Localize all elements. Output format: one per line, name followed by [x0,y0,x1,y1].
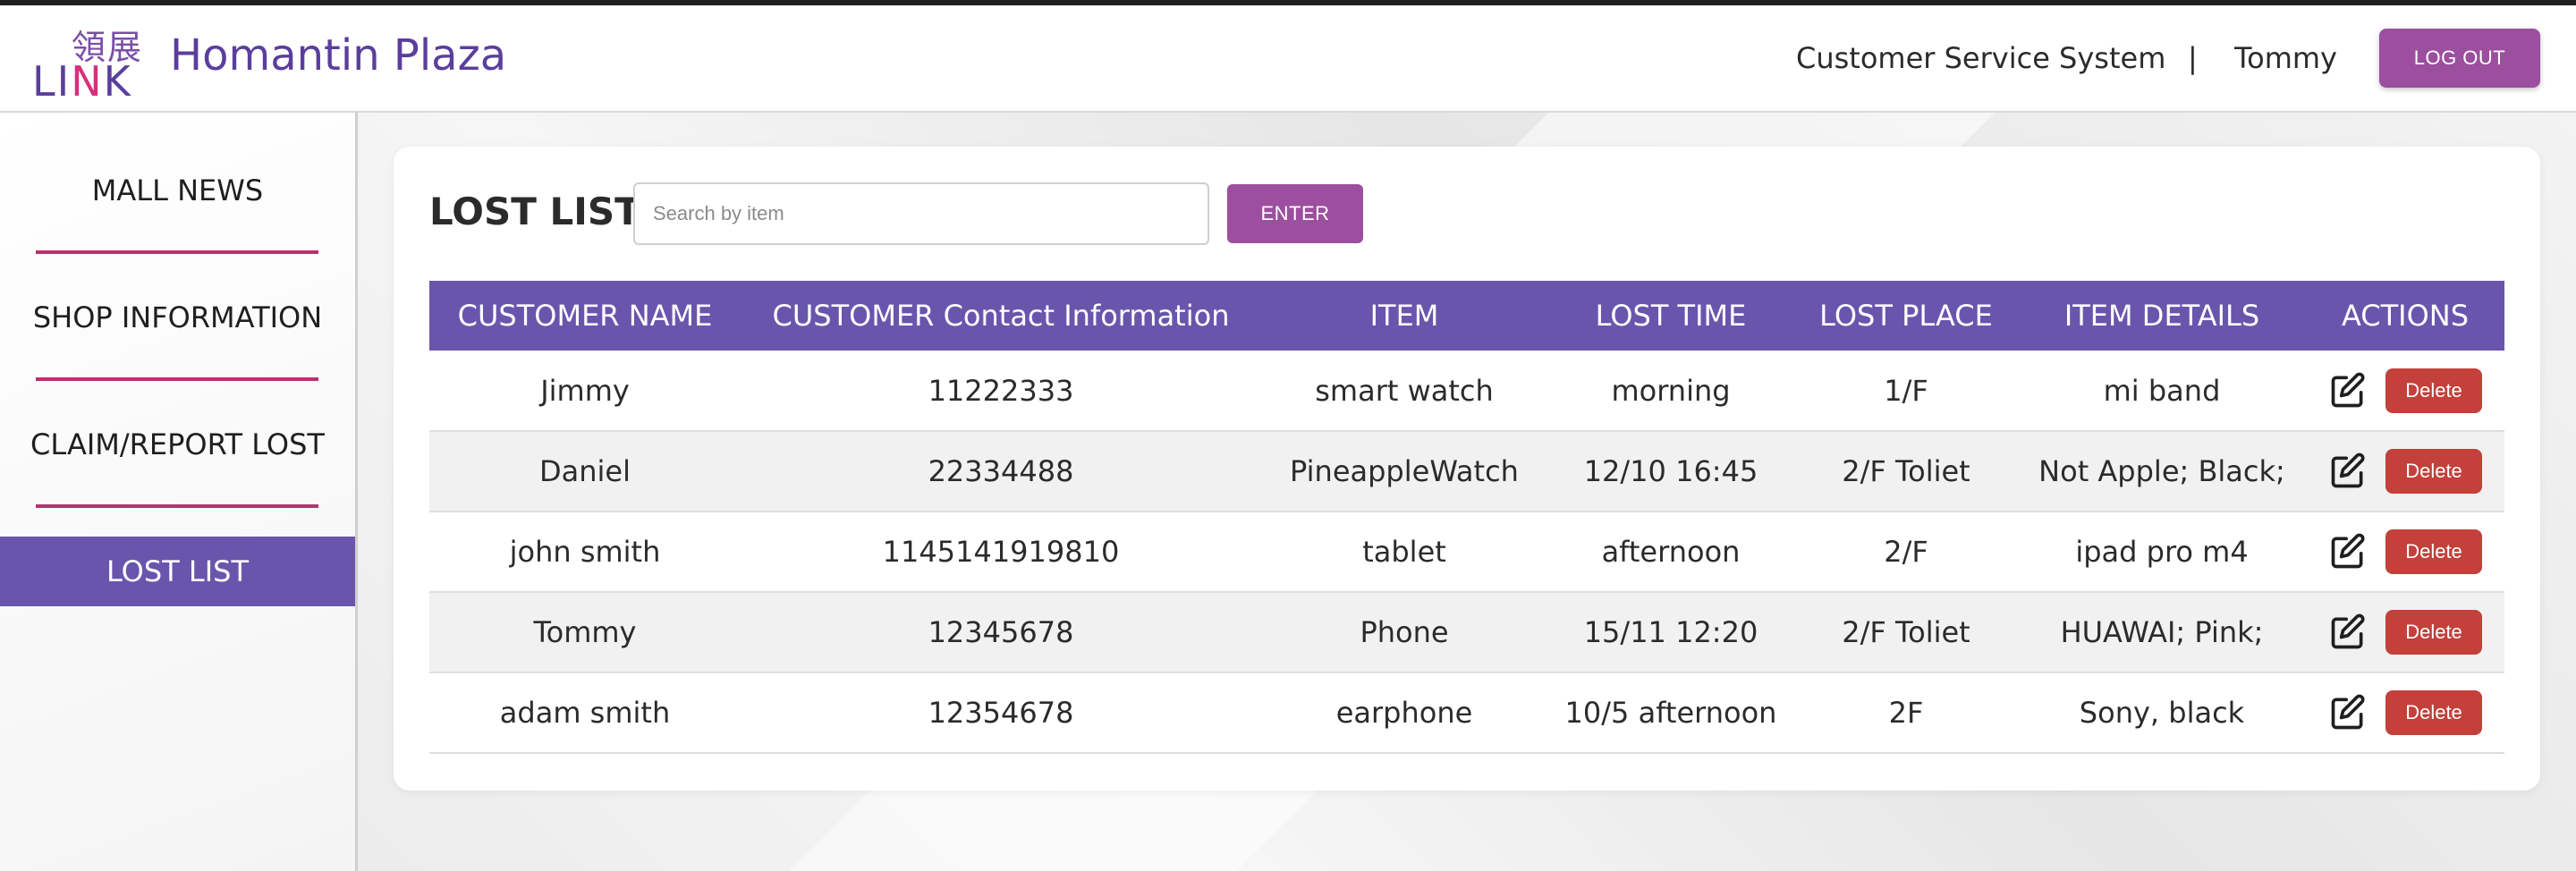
column-header[interactable]: LOST PLACE [1794,281,2018,351]
cell-lost-time: afternoon [1547,512,1794,593]
table-row: Daniel 22334488 PineappleWatch 12/10 16:… [429,431,2504,512]
sidebar-divider [36,250,318,254]
edit-icon[interactable] [2328,693,2368,732]
cell-lost-place: 2/F [1794,512,2018,593]
edit-icon[interactable] [2328,532,2368,571]
sidebar-item-mall-news[interactable]: MALL NEWS [0,156,355,225]
cell-lost-time: 15/11 12:20 [1547,592,1794,673]
cell-item: Phone [1261,592,1547,673]
delete-button[interactable]: Delete [2385,449,2482,494]
link-logo[interactable]: 領展 LINK [32,18,148,106]
app-header: 領展 LINK Homantin Plaza Customer Service … [0,5,2576,113]
cell-customer-name: adam smith [429,672,741,754]
cell-customer-name: john smith [429,512,741,593]
sidebar-item-lost-list[interactable]: LOST LIST [0,537,355,606]
cell-item-details: Sony, black [2018,672,2306,754]
cell-contact: 12345678 [741,592,1261,673]
table-row: Jimmy 11222333 smart watch morning 1/F m… [429,351,2504,432]
cell-item-details: mi band [2018,351,2306,432]
cell-lost-place: 2/F Toliet [1794,431,2018,512]
sidebar: MALL NEWS SHOP INFORMATION CLAIM/REPORT … [0,113,358,871]
sidebar-divider [36,377,318,381]
sidebar-item-claim-report-lost[interactable]: CLAIM/REPORT LOST [0,410,355,479]
edit-icon[interactable] [2328,452,2368,491]
cell-contact: 22334488 [741,431,1261,512]
current-user-name: Tommy [2234,41,2337,75]
column-header: ACTIONS [2306,281,2504,351]
logout-button[interactable]: LOG OUT [2379,29,2540,88]
cell-actions: Delete [2306,351,2504,432]
cell-item-details: ipad pro m4 [2018,512,2306,593]
cell-actions: Delete [2306,672,2504,754]
cell-lost-place: 2F [1794,672,2018,754]
site-title: Homantin Plaza [170,30,507,80]
column-header[interactable]: CUSTOMER NAME [429,281,741,351]
cell-lost-time: morning [1547,351,1794,432]
cell-actions: Delete [2306,431,2504,512]
cell-item: tablet [1261,512,1547,593]
delete-button[interactable]: Delete [2385,368,2482,413]
table-header-row: CUSTOMER NAME CUSTOMER Contact Informati… [429,281,2504,351]
column-header[interactable]: CUSTOMER Contact Information [741,281,1261,351]
sidebar-item-shop-information[interactable]: SHOP INFORMATION [0,283,355,352]
sidebar-divider [36,504,318,508]
header-separator: | [2188,41,2198,75]
lost-list-card: LOST LIST ENTER CUSTOMER NAME CUSTOMER C… [394,147,2540,791]
cell-customer-name: Daniel [429,431,741,512]
lost-list-table: CUSTOMER NAME CUSTOMER Contact Informati… [429,281,2504,754]
cell-lost-time: 12/10 16:45 [1547,431,1794,512]
delete-button[interactable]: Delete [2385,610,2482,655]
cell-actions: Delete [2306,592,2504,673]
cell-customer-name: Tommy [429,592,741,673]
column-header[interactable]: ITEM DETAILS [2018,281,2306,351]
delete-button[interactable]: Delete [2385,690,2482,735]
cell-lost-time: 10/5 afternoon [1547,672,1794,754]
cell-item: PineappleWatch [1261,431,1547,512]
cell-item: smart watch [1261,351,1547,432]
edit-icon[interactable] [2328,613,2368,652]
table-row: Tommy 12345678 Phone 15/11 12:20 2/F Tol… [429,592,2504,673]
cell-actions: Delete [2306,512,2504,593]
delete-button[interactable]: Delete [2385,529,2482,574]
cell-lost-place: 2/F Toliet [1794,592,2018,673]
cell-lost-place: 1/F [1794,351,2018,432]
search-input[interactable] [633,182,1209,245]
column-header[interactable]: LOST TIME [1547,281,1794,351]
logo-link-text: LINK [32,57,132,106]
system-name: Customer Service System [1796,41,2166,75]
cell-contact: 1145141919810 [741,512,1261,593]
column-header[interactable]: ITEM [1261,281,1547,351]
cell-item-details: HUAWAI; Pink; [2018,592,2306,673]
cell-item: earphone [1261,672,1547,754]
table-row: adam smith 12354678 earphone 10/5 aftern… [429,672,2504,754]
cell-item-details: Not Apple; Black; [2018,431,2306,512]
edit-icon[interactable] [2328,371,2368,410]
cell-contact: 12354678 [741,672,1261,754]
cell-customer-name: Jimmy [429,351,741,432]
page-title: LOST LIST [429,190,640,233]
table-row: john smith 1145141919810 tablet afternoo… [429,512,2504,593]
cell-contact: 11222333 [741,351,1261,432]
enter-button[interactable]: ENTER [1227,184,1363,243]
